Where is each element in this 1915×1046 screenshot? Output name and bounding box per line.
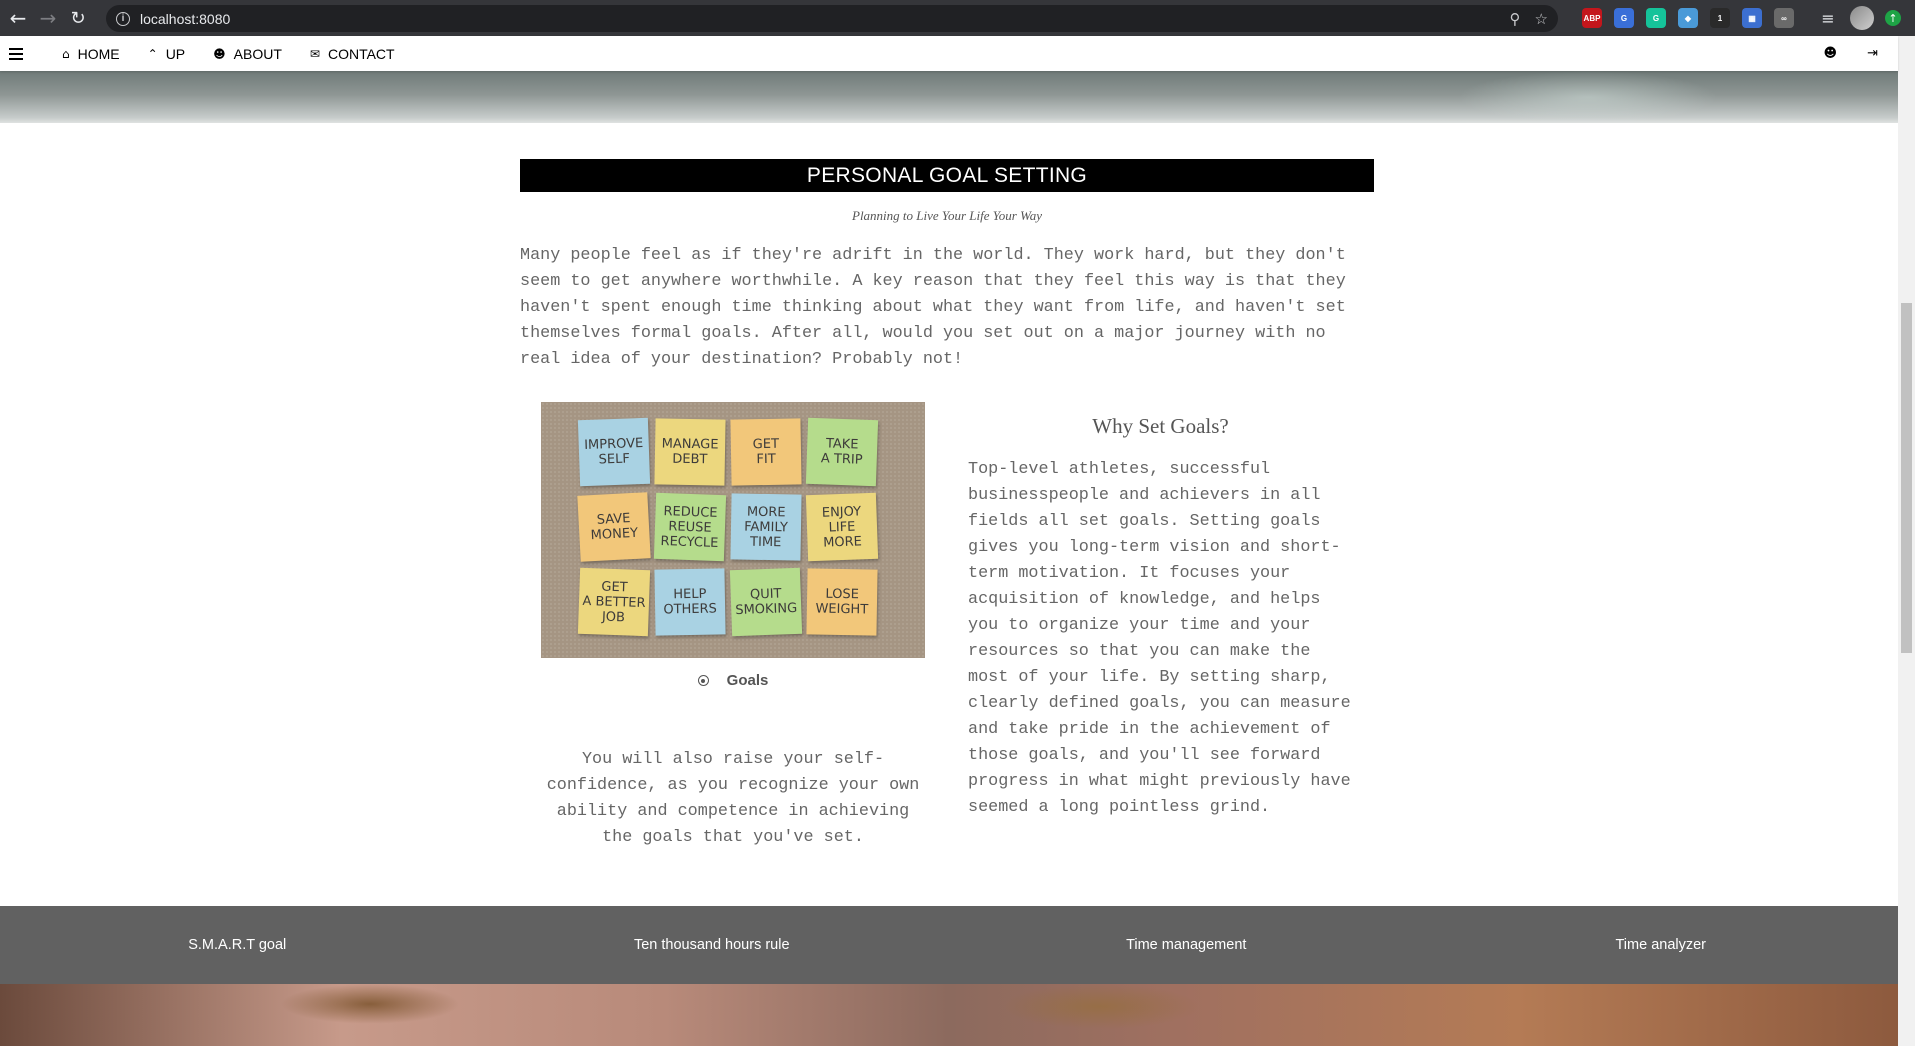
- shield-extension-icon[interactable]: ◆: [1678, 8, 1698, 28]
- nav-contact[interactable]: ✉ CONTACT: [310, 46, 395, 62]
- nav-up-label: UP: [165, 45, 186, 62]
- sticky-note: HELP OTHERS: [654, 568, 726, 636]
- scrollbar-thumb[interactable]: [1901, 303, 1912, 653]
- sticky-note: SAVE MONEY: [577, 492, 651, 562]
- caption-label: Goals: [726, 672, 769, 689]
- goals-sticky-notes-image: IMPROVE SELF MANAGE DEBT GET FIT TAKE A TRI…: [541, 402, 925, 658]
- sticky-note: GET FIT: [730, 418, 802, 486]
- abp-extension-icon[interactable]: ABP: [1582, 8, 1602, 28]
- intro-paragraph: Many people feel as if they're adrift in…: [520, 246, 1346, 369]
- grid-extension-icon[interactable]: ▦: [1742, 8, 1762, 28]
- nav-home-label: HOME: [77, 45, 120, 62]
- page-subtitle: Planning to Live Your Life Your Way: [852, 208, 1042, 223]
- reading-list-icon[interactable]: ≡: [1813, 3, 1843, 33]
- sticky-note: ENJOY LIFE MORE: [805, 492, 879, 562]
- nav-contact-label: CONTACT: [327, 45, 395, 62]
- info-icon[interactable]: i: [116, 11, 130, 26]
- why-set-goals-heading: Why Set Goals?: [1092, 414, 1229, 438]
- sticky-note: IMPROVE SELF: [577, 417, 651, 487]
- profile-avatar[interactable]: [1850, 6, 1874, 30]
- left-column: IMPROVE SELF MANAGE DEBT GET FIT TAKE A TRI…: [541, 402, 925, 851]
- bookmark-star-icon[interactable]: ☆: [1535, 10, 1548, 28]
- back-arrow-icon[interactable]: ←: [3, 3, 33, 33]
- footer-links-bar: S.M.A.R.T goal Ten thousand hours rule T…: [0, 906, 1898, 984]
- right-column: Why Set Goals? Top-level athletes, succe…: [968, 402, 1353, 821]
- zoom-icon[interactable]: ⚲: [1510, 10, 1521, 28]
- envelope-icon: ✉: [309, 46, 320, 61]
- footer-link-smart-goal[interactable]: S.M.A.R.T goal: [0, 937, 475, 953]
- confidence-paragraph: You will also raise your self-confidence…: [546, 750, 920, 847]
- why-set-goals-paragraph: Top-level athletes, successful businessp…: [968, 460, 1351, 817]
- sticky-note: TAKE A TRIP: [805, 417, 879, 487]
- site-navbar: ⌂ HOME ⌃ UP ☻ ABOUT ✉ CONTACT ☻ ⇥: [0, 36, 1898, 71]
- page-scrollbar[interactable]: [1898, 36, 1915, 1046]
- footer-background-image: [0, 984, 1898, 1046]
- grammarly-extension-icon[interactable]: G: [1646, 8, 1666, 28]
- glasses-extension-icon[interactable]: ∞: [1774, 8, 1794, 28]
- user-icon: ☻: [213, 46, 226, 61]
- sticky-note: REDUCE REUSE RECYCLE: [653, 492, 727, 562]
- hero-image-strip: [0, 71, 1898, 123]
- badge-extension-icon[interactable]: 1: [1710, 8, 1730, 28]
- reload-icon[interactable]: ↻: [63, 3, 93, 33]
- caption-radio-icon: [697, 675, 709, 686]
- two-column-section: IMPROVE SELF MANAGE DEBT GET FIT TAKE A TRI…: [520, 402, 1374, 872]
- image-caption: Goals: [541, 672, 925, 689]
- account-user-icon[interactable]: ☻: [1824, 46, 1838, 61]
- translate-extension-icon[interactable]: G: [1614, 8, 1634, 28]
- url-text[interactable]: localhost:8080: [140, 11, 230, 27]
- hamburger-menu-icon[interactable]: [9, 47, 23, 60]
- sticky-note: MORE FAMILY TIME: [730, 493, 802, 561]
- footer-link-time-analyzer[interactable]: Time analyzer: [1424, 937, 1899, 953]
- sticky-note: GET A BETTER JOB: [577, 567, 651, 637]
- nav-home[interactable]: ⌂ HOME: [62, 46, 120, 62]
- sign-in-icon[interactable]: ⇥: [1867, 46, 1878, 61]
- sticky-note: LOSE WEIGHT: [806, 568, 878, 636]
- article: PERSONAL GOAL SETTING Planning to Live Y…: [520, 159, 1374, 872]
- footer-link-ten-thousand-hours[interactable]: Ten thousand hours rule: [475, 937, 950, 953]
- nav-up[interactable]: ⌃ UP: [148, 46, 186, 62]
- nav-about[interactable]: ☻ ABOUT: [213, 46, 282, 62]
- chevron-up-icon: ⌃: [147, 46, 158, 61]
- page-title: PERSONAL GOAL SETTING: [520, 159, 1374, 192]
- browser-toolbar: ← → ↻ i localhost:8080 ⚲ ☆ ABP G G ◆ 1 ▦ ∞ ≡ ↑: [0, 0, 1915, 36]
- sticky-note: QUIT SMOKING: [729, 567, 803, 637]
- sticky-note: MANAGE DEBT: [654, 418, 726, 486]
- footer-link-time-management[interactable]: Time management: [949, 937, 1424, 953]
- forward-arrow-icon[interactable]: →: [33, 3, 63, 33]
- nav-about-label: ABOUT: [233, 45, 282, 62]
- update-arrow-icon[interactable]: ↑: [1878, 3, 1908, 33]
- address-bar[interactable]: i localhost:8080 ⚲ ☆: [106, 5, 1558, 32]
- home-icon: ⌂: [62, 46, 70, 61]
